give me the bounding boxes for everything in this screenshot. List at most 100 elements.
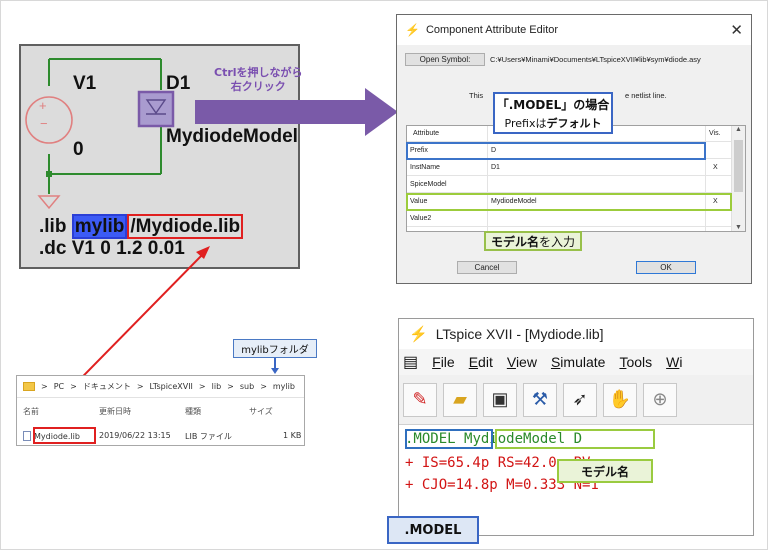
lib-file-highlight: /Mydiode.lib xyxy=(127,214,244,239)
crumb-separator: > xyxy=(260,382,267,391)
row-attr: InstName xyxy=(410,164,440,171)
menu-edit[interactable]: Edit xyxy=(469,354,493,370)
model-badge-default-text: デフォルト xyxy=(546,117,602,130)
menu-file-mnemonic: F xyxy=(432,354,441,370)
model-keyword-highlight xyxy=(405,429,493,449)
header-vis: Vis. xyxy=(709,130,721,137)
menu-window-rest: i xyxy=(679,354,683,370)
crumb-mylib[interactable]: mylib xyxy=(273,382,295,391)
crumb-sub[interactable]: sub xyxy=(240,382,254,391)
crumb-ltspice[interactable]: LTspiceXVII xyxy=(150,382,193,391)
model-badge-prefix-text: Prefixは xyxy=(504,117,547,130)
symbol-path: C:¥Users¥Minami¥Documents¥LTspiceXVII¥li… xyxy=(490,55,701,64)
ltspice-logo-icon: ⚡ xyxy=(409,326,428,343)
table-row[interactable]: SpiceModel xyxy=(407,177,733,193)
row-value: D1 xyxy=(491,164,500,171)
halt-icon[interactable]: ✋ xyxy=(603,382,637,417)
ground-symbol xyxy=(37,195,61,210)
crumb-pc[interactable]: PC xyxy=(54,382,64,391)
ltspice-titlebar: ⚡ LTspice XVII - [Mydiode.lib] xyxy=(399,319,753,349)
voltage-source-symbol xyxy=(25,96,73,144)
control-panel-icon[interactable]: ⚒ xyxy=(523,382,557,417)
scroll-thumb[interactable] xyxy=(734,140,743,192)
model-name-badge: モデル名 xyxy=(557,459,653,483)
mylib-folder-badge: mylibフォルダ xyxy=(233,339,317,358)
lib-folder-highlight: mylib xyxy=(71,214,128,239)
ok-button[interactable]: OK xyxy=(636,261,696,274)
crumb-documents[interactable]: ドキュメント xyxy=(83,381,131,392)
file-type: LIB ファイル xyxy=(185,432,232,441)
column-type[interactable]: 種類 xyxy=(185,406,201,417)
prefix-row-highlight xyxy=(406,142,706,160)
menu-edit-rest: dit xyxy=(478,354,493,370)
breadcrumb: > PC > ドキュメント > LTspiceXVII > lib > sub … xyxy=(17,376,304,398)
table-row[interactable]: Value2 xyxy=(407,211,733,227)
menu-view-rest: iew xyxy=(515,354,537,370)
diode-label-d1: D1 xyxy=(166,73,191,94)
crumb-separator: > xyxy=(136,382,144,391)
header-attribute: Attribute xyxy=(413,130,440,137)
file-date: 2019/06/22 13:15 xyxy=(99,431,171,440)
node-label-zero: 0 xyxy=(73,139,84,160)
dc-directive: .dc V1 0 1.2 0.01 xyxy=(39,238,185,259)
run-icon[interactable]: ➶ xyxy=(563,382,597,417)
source-minus-sign: − xyxy=(40,116,48,131)
diode-model-label: MydiodeModel xyxy=(166,126,298,147)
save-icon[interactable]: ▣ xyxy=(483,382,517,417)
table-scrollbar[interactable]: ▲ ▼ xyxy=(731,126,745,231)
toolbar: ✎ ▰ ▣ ⚒ ➶ ✋ ⊕ xyxy=(399,375,753,425)
lib-directive: .lib mylib/Mydiode.lib xyxy=(39,214,244,239)
menu-window[interactable]: Wi xyxy=(666,354,682,370)
info-text-left: This xyxy=(469,91,484,100)
menu-file[interactable]: File xyxy=(432,354,455,370)
ctrl-click-line2: 右クリック xyxy=(230,80,286,93)
close-icon[interactable]: ✕ xyxy=(730,21,743,39)
crumb-separator: > xyxy=(41,382,48,391)
menu-bar: ▤ File Edit View Simulate Tools Wi xyxy=(399,349,753,375)
dot-model-badge: .MODEL xyxy=(387,516,479,544)
source-plus-sign: + xyxy=(39,98,47,113)
model-badge-line1: 「.MODEL」の場合 xyxy=(496,98,610,112)
ctrl-click-line1: Ctrlを押しながら xyxy=(214,66,303,79)
menu-simulate-rest: imulate xyxy=(560,354,606,370)
ltspice-window: ⚡ LTspice XVII - [Mydiode.lib] ▤ File Ed… xyxy=(398,318,754,536)
menu-file-rest: ile xyxy=(440,354,455,370)
file-icon xyxy=(23,431,31,441)
menu-simulate[interactable]: Simulate xyxy=(551,354,605,370)
zoom-icon[interactable]: ⊕ xyxy=(643,382,677,417)
document-icon[interactable]: ▤ xyxy=(403,352,418,372)
open-folder-icon[interactable]: ▰ xyxy=(443,382,477,417)
menu-simulate-mnemonic: S xyxy=(550,354,561,370)
new-schematic-icon[interactable]: ✎ xyxy=(403,382,437,417)
scroll-up-icon[interactable]: ▲ xyxy=(732,126,745,133)
table-row[interactable]: InstName D1 X xyxy=(407,160,733,176)
info-text-right: e netlist line. xyxy=(625,91,667,100)
model-badge-line2: Prefixはデフォルト xyxy=(495,115,611,131)
ctrl-click-callout: Ctrlを押しながら 右クリック xyxy=(214,66,303,94)
open-symbol-button[interactable]: Open Symbol: xyxy=(405,53,485,66)
junction-dot xyxy=(46,171,52,177)
value-row-highlight xyxy=(406,193,732,211)
menu-edit-mnemonic: E xyxy=(468,354,479,370)
file-size: 1 KB xyxy=(283,431,302,440)
source-label-v1: V1 xyxy=(73,73,97,94)
column-date[interactable]: 更新日時 xyxy=(99,406,131,417)
ltspice-title: LTspice XVII - [Mydiode.lib] xyxy=(435,326,604,342)
column-name[interactable]: 名前 xyxy=(23,406,39,417)
scroll-down-icon[interactable]: ▼ xyxy=(732,224,745,231)
menu-tools-rest: ools xyxy=(626,354,653,370)
file-explorer: > PC > ドキュメント > LTspiceXVII > lib > sub … xyxy=(16,375,305,446)
row-attr: SpiceModel xyxy=(410,181,447,188)
menu-tools[interactable]: Tools xyxy=(619,354,652,370)
diode-highlight-box xyxy=(137,90,175,128)
row-vis: X xyxy=(713,164,718,171)
cancel-button[interactable]: Cancel xyxy=(457,261,517,274)
crumb-lib[interactable]: lib xyxy=(212,382,222,391)
crumb-separator: > xyxy=(198,382,206,391)
menu-view[interactable]: View xyxy=(507,354,537,370)
menu-view-mnemonic: V xyxy=(506,354,516,370)
column-size[interactable]: サイズ xyxy=(249,406,273,417)
model-prefix-badge: 「.MODEL」の場合 Prefixはデフォルト xyxy=(493,92,613,134)
enter-model-name-strong: モデル名 xyxy=(490,234,539,249)
ltspice-logo-icon: ⚡ xyxy=(405,23,420,37)
